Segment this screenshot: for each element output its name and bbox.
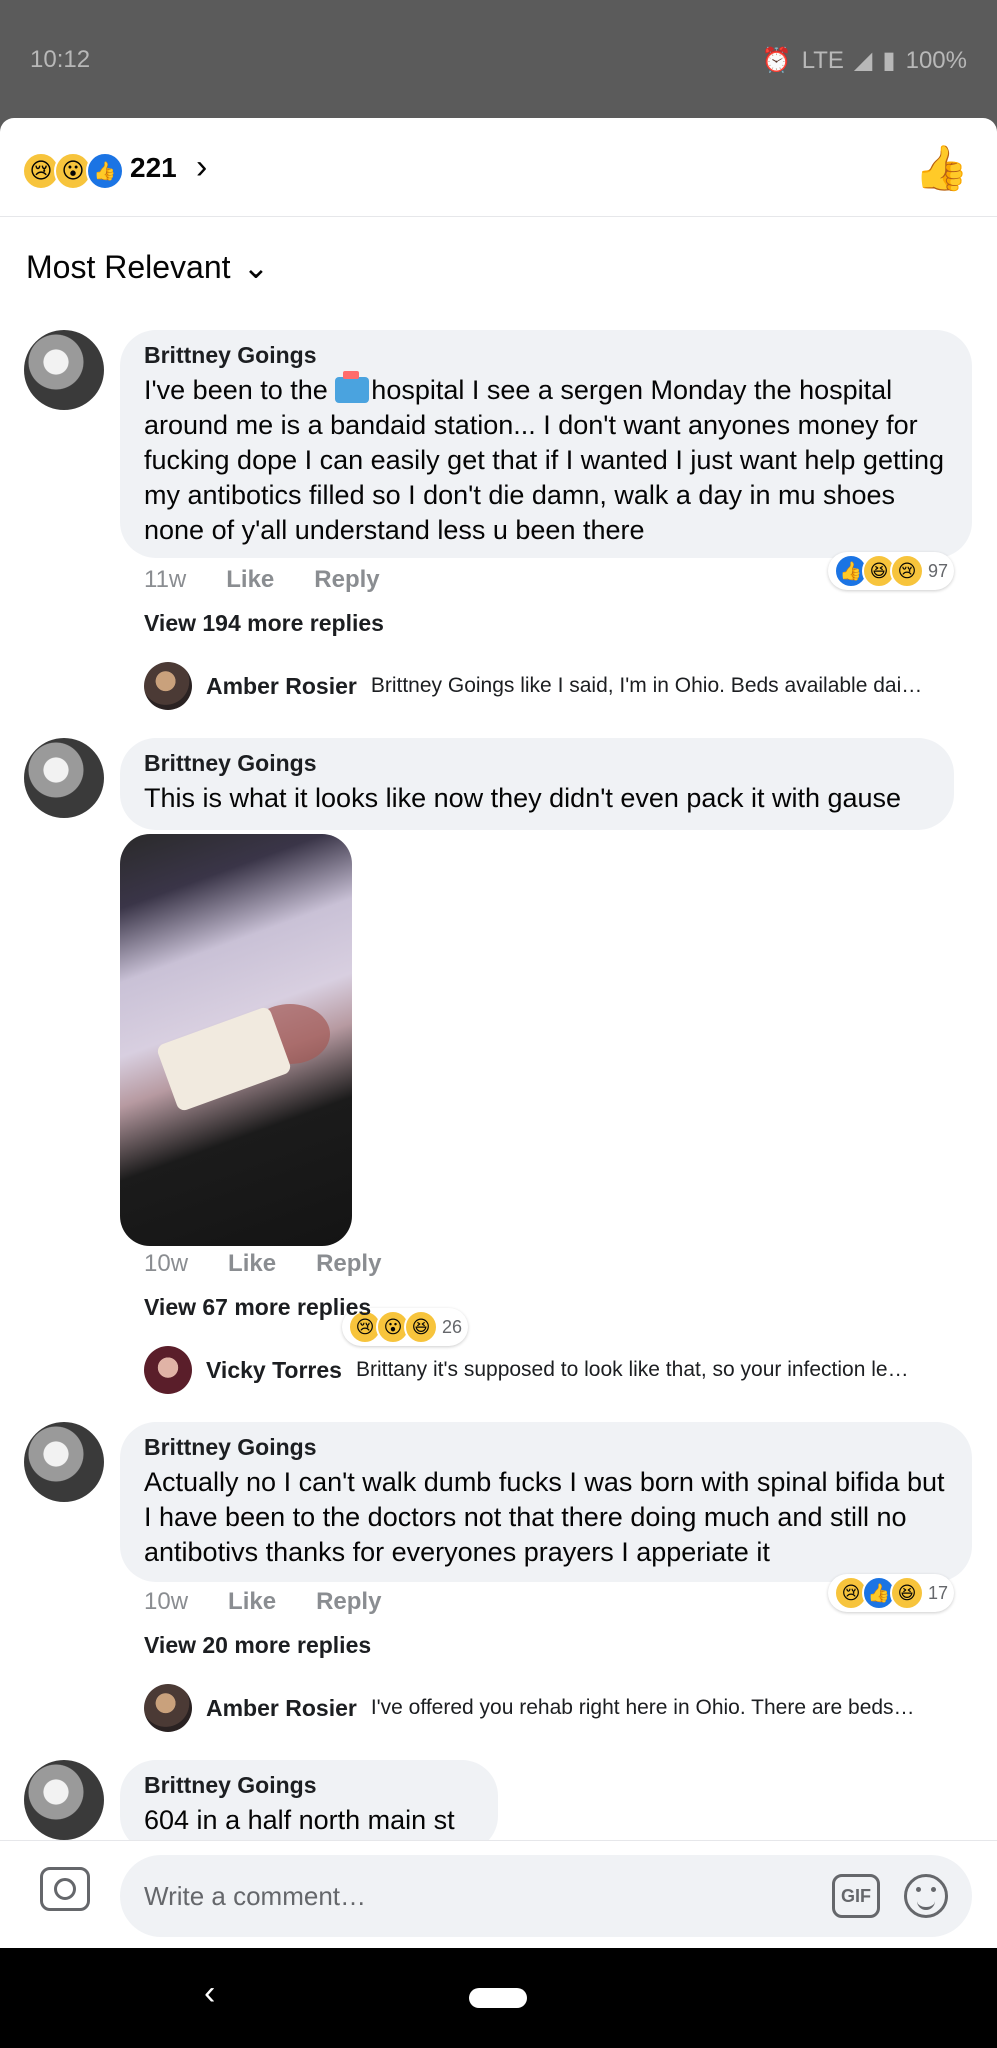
like-button[interactable]: Like (226, 566, 274, 594)
reply-author: Vicky Torres (206, 1356, 342, 1383)
photo-detail (155, 1005, 293, 1113)
reply-button[interactable]: Reply (316, 1588, 381, 1616)
signal-icon: ◢ (853, 47, 873, 74)
reaction-count: 17 (928, 1582, 949, 1603)
alarm-icon: ⏰ (761, 47, 792, 74)
status-icons: ⏰ LTE ◢ ▮ 100% (762, 46, 967, 75)
comment-bubble[interactable]: Brittney Goings This is what it looks li… (120, 738, 954, 830)
battery-percent: 100% (905, 46, 967, 74)
like-reaction-icon: 👍 (86, 152, 124, 190)
reaction-count: 97 (928, 560, 949, 581)
comment-bubble[interactable]: Brittney Goings Actually no I can't walk… (120, 1422, 972, 1582)
status-time: 10:12 (30, 46, 91, 73)
system-navbar: ‹ (0, 1948, 997, 2048)
gif-icon[interactable]: GIF (832, 1874, 880, 1918)
comment-text: Actually no I can't walk dumb fucks I wa… (144, 1467, 945, 1567)
avatar[interactable] (24, 330, 104, 410)
comment-time: 11w (144, 566, 187, 593)
back-icon[interactable]: ‹ (204, 1974, 215, 2013)
view-more-replies[interactable]: View 194 more replies (144, 610, 384, 637)
battery-icon: ▮ (882, 47, 896, 74)
comment-text: This is what it looks like now they didn… (144, 783, 902, 813)
reaction-count: 26 (442, 1316, 463, 1337)
comment-author[interactable]: Brittney Goings (144, 1434, 948, 1461)
reply-text: Brittney Goings like I said, I'm in Ohio… (370, 674, 923, 697)
avatar (144, 1346, 192, 1394)
avatar (144, 662, 192, 710)
avatar[interactable] (24, 1422, 104, 1502)
reply-preview[interactable]: Amber Rosier I've offered you rehab righ… (144, 1684, 964, 1732)
comment-actions: 10w Like Reply (144, 1588, 381, 1616)
view-more-replies[interactable]: View 20 more replies (144, 1632, 371, 1659)
comments-sheet: 😢 😮 👍 221 › 👍 Most Relevant ⌄ Brittney G… (0, 118, 997, 1948)
reaction-count[interactable]: 221 (130, 152, 177, 184)
camera-icon[interactable] (40, 1867, 90, 1911)
reply-author: Amber Rosier (206, 1694, 357, 1721)
reply-text: I've offered you rehab right here in Ohi… (370, 1696, 915, 1719)
comment-time: 10w (144, 1588, 189, 1615)
reply-preview[interactable]: Amber Rosier Brittney Goings like I said… (144, 662, 964, 710)
comment-reactions[interactable]: 👍 😆 😢 97 (828, 552, 955, 590)
chevron-down-icon: ⌄ (242, 249, 270, 285)
like-button[interactable]: Like (228, 1588, 276, 1616)
reply-preview[interactable]: Vicky Torres Brittany it's supposed to l… (144, 1346, 964, 1394)
comment-placeholder[interactable]: Write a comment… (144, 1881, 832, 1912)
sad-reaction-icon: 😢 (890, 554, 924, 588)
comment-reactions[interactable]: 😢 👍 😆 17 (828, 1574, 955, 1612)
avatar (144, 1684, 192, 1732)
haha-reaction-icon: 😆 (404, 1310, 438, 1344)
status-bar: 10:12 ⏰ LTE ◢ ▮ 100% (0, 0, 997, 118)
haha-reaction-icon: 😆 (890, 1576, 924, 1610)
reply-text: Brittany it's supposed to look like that… (355, 1358, 909, 1381)
view-more-replies[interactable]: View 67 more replies (144, 1294, 371, 1321)
sort-label: Most Relevant (26, 248, 231, 285)
comment-text-prefix: I've been to the (144, 375, 336, 405)
reaction-icons: 😢 😮 👍 (22, 152, 124, 190)
reply-button[interactable]: Reply (314, 566, 379, 594)
comment-bubble[interactable]: Brittney Goings I've been to the hospita… (120, 330, 972, 558)
comment-text: I've been to the hospital I see a sergen… (144, 371, 948, 548)
comment-photo[interactable] (120, 834, 352, 1246)
reply-author: Amber Rosier (206, 672, 357, 699)
hospital-icon (335, 371, 370, 403)
avatar[interactable] (24, 738, 104, 818)
sort-dropdown[interactable]: Most Relevant ⌄ (26, 248, 269, 286)
chevron-right-icon[interactable]: › (196, 148, 207, 187)
emoji-icon[interactable] (904, 1874, 948, 1918)
comment-composer: Write a comment… GIF (0, 1840, 997, 1948)
comment-actions: 11w Like Reply (144, 566, 380, 594)
comment-author[interactable]: Brittney Goings (144, 342, 948, 369)
comment-author[interactable]: Brittney Goings (144, 1772, 474, 1799)
like-button[interactable]: Like (228, 1250, 276, 1278)
home-pill[interactable] (469, 1988, 527, 2008)
comment-bubble[interactable]: Brittney Goings 604 in a half north main… (120, 1760, 498, 1852)
network-label: LTE (801, 46, 844, 74)
comment-time: 10w (144, 1250, 189, 1277)
like-thumb-icon[interactable]: 👍 (914, 142, 969, 194)
reactions-header[interactable]: 😢 😮 👍 221 › 👍 (0, 118, 997, 217)
comment-input[interactable]: Write a comment… GIF (120, 1855, 972, 1937)
comment-actions: 10w Like Reply (144, 1250, 381, 1278)
comment-author[interactable]: Brittney Goings (144, 750, 930, 777)
comment-text: 604 in a half north main st (144, 1805, 455, 1835)
avatar[interactable] (24, 1760, 104, 1840)
reply-button[interactable]: Reply (316, 1250, 381, 1278)
